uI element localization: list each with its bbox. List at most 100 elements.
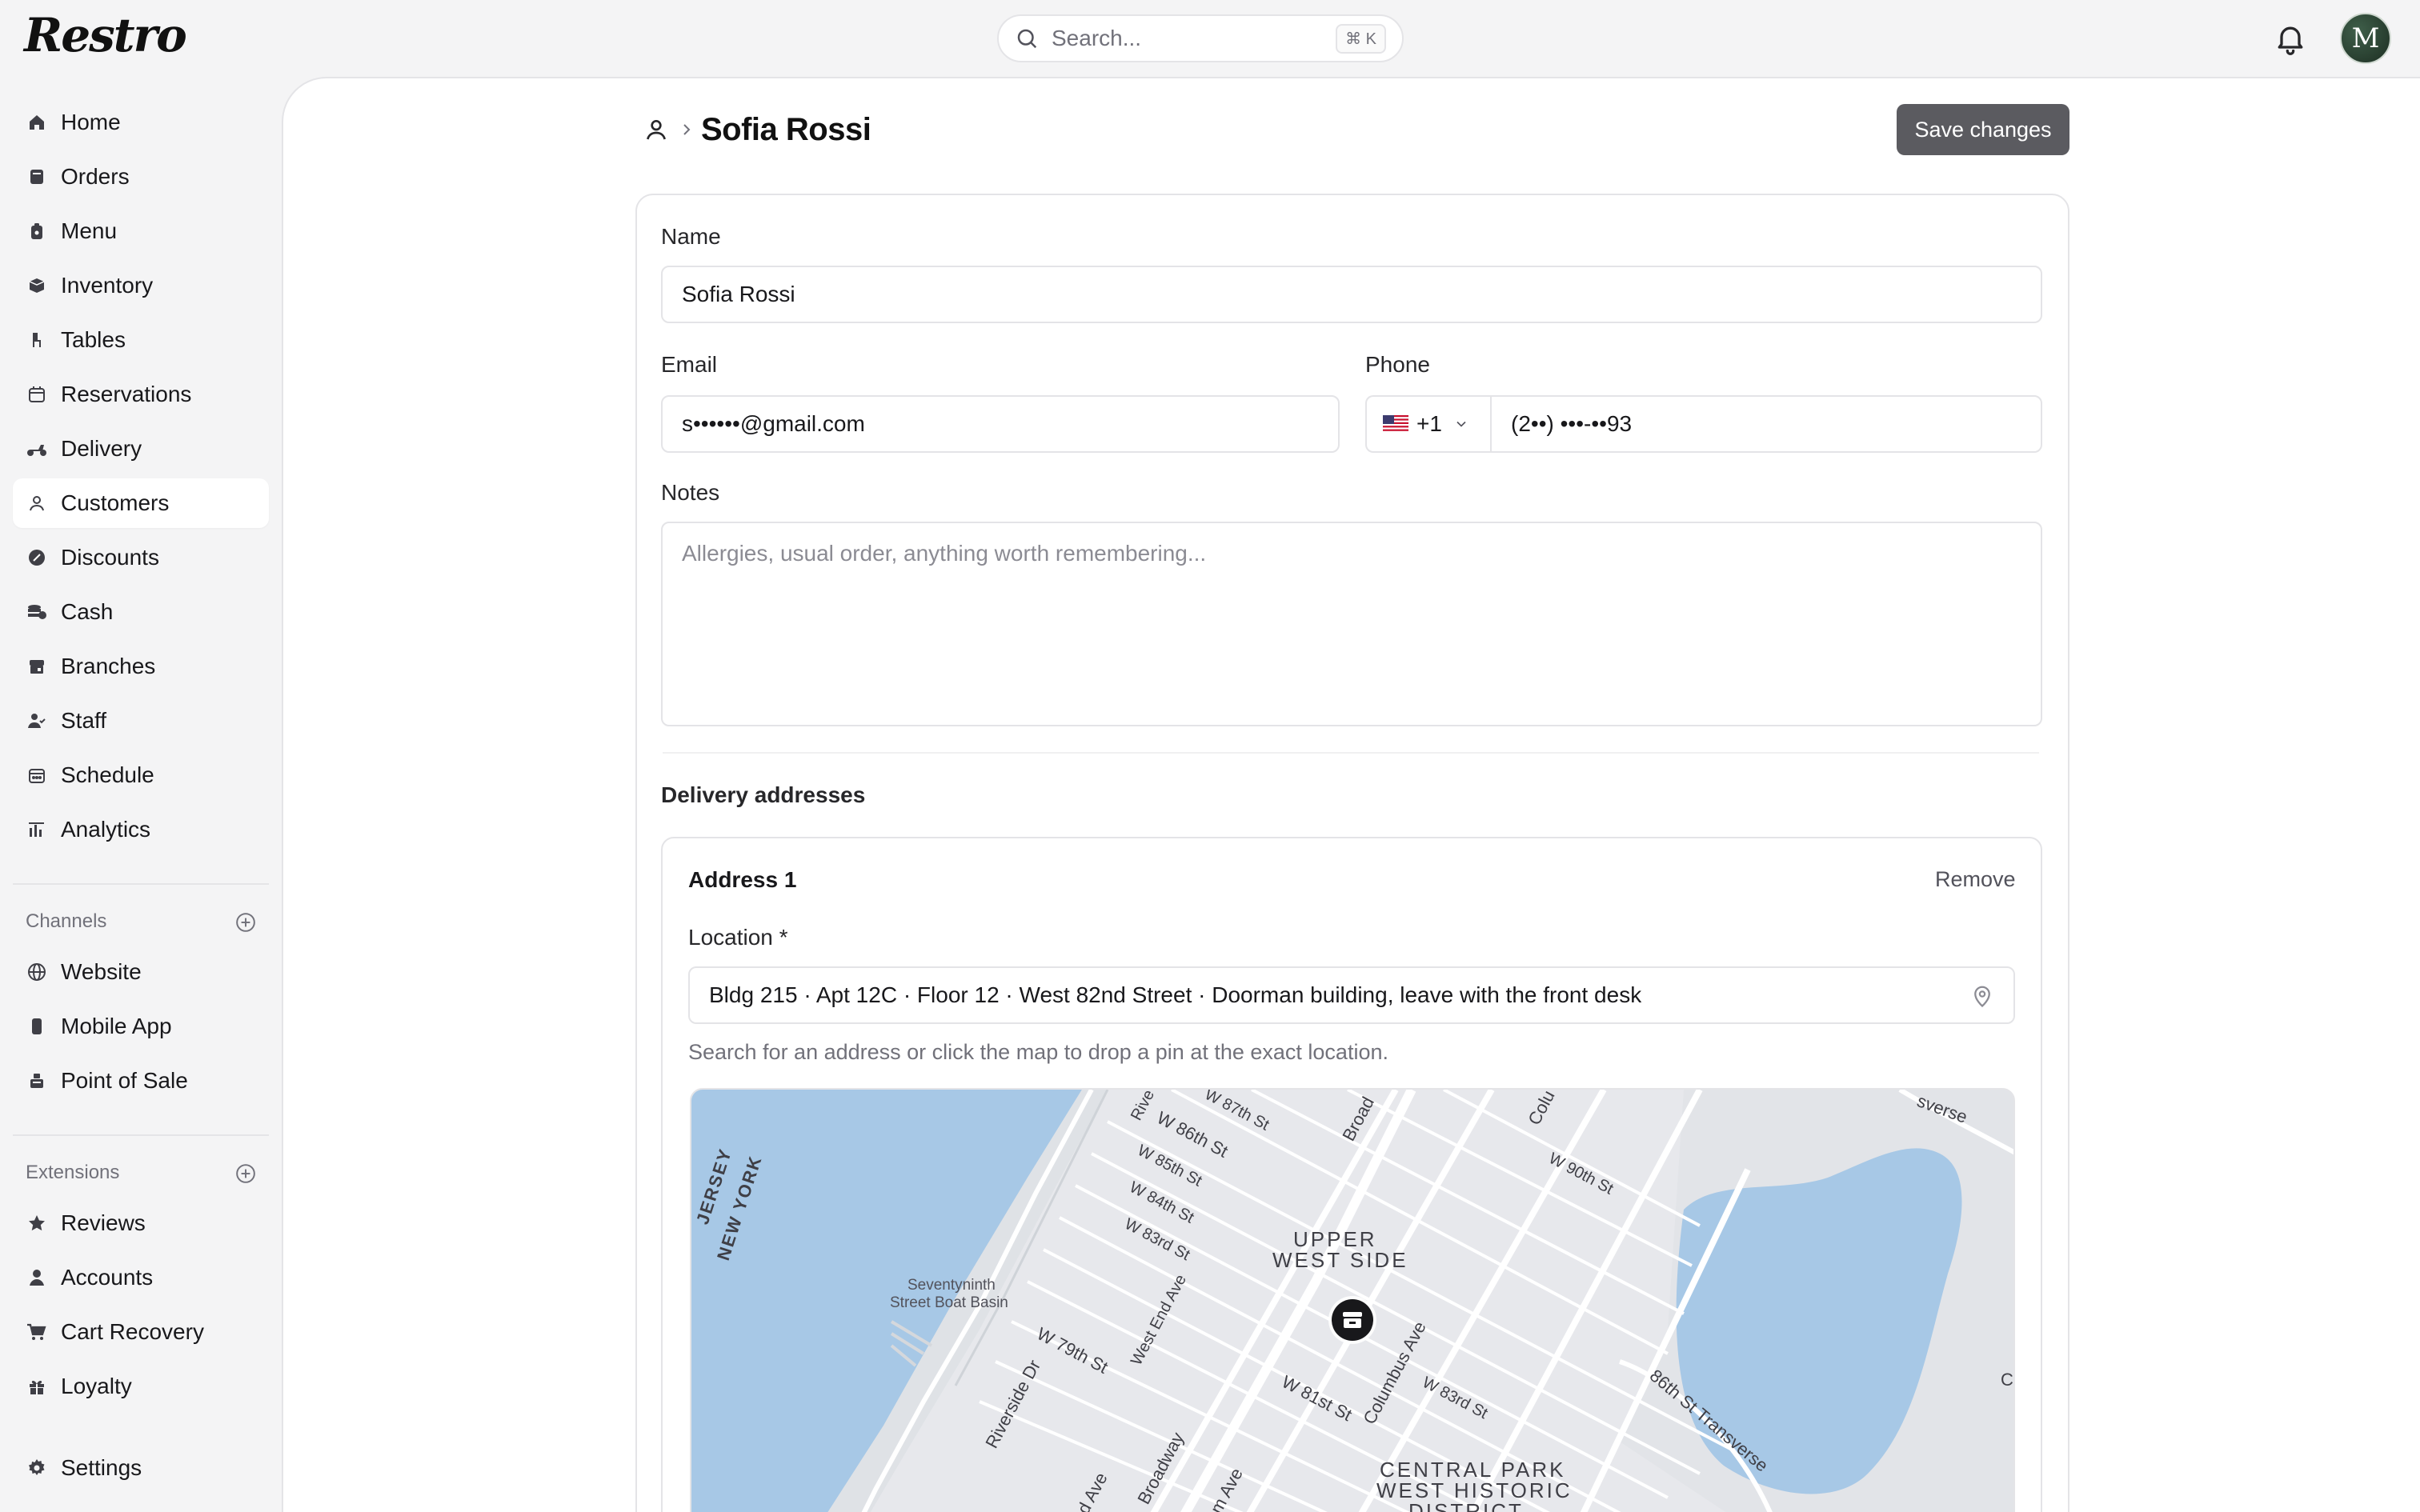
location-label: Location * bbox=[688, 925, 788, 950]
sidebar-item-label: Discounts bbox=[61, 545, 159, 570]
add-channel-icon[interactable] bbox=[235, 912, 256, 933]
name-label: Name bbox=[661, 224, 721, 249]
country-code-select[interactable]: +1 bbox=[1365, 395, 1490, 453]
sidebar-item-home[interactable]: Home bbox=[13, 98, 269, 147]
sidebar-item-delivery[interactable]: Delivery bbox=[13, 424, 269, 474]
sidebar-item-label: Schedule bbox=[61, 762, 154, 787]
sidebar-item-label: Settings bbox=[61, 1455, 142, 1480]
map-pin-icon[interactable] bbox=[1970, 984, 1994, 1008]
cart-icon bbox=[26, 1321, 48, 1343]
gift-icon bbox=[26, 1375, 48, 1398]
sidebar-item-orders[interactable]: Orders bbox=[13, 152, 269, 202]
country-code-value: +1 bbox=[1416, 411, 1442, 436]
schedule-icon bbox=[26, 764, 48, 786]
orders-icon bbox=[26, 166, 48, 188]
name-field[interactable]: Sofia Rossi bbox=[661, 266, 2042, 323]
sidebar-item-customers[interactable]: Customers bbox=[13, 478, 269, 528]
phone-label: Phone bbox=[1365, 352, 1430, 377]
sidebar-item-label: Reviews bbox=[61, 1210, 146, 1235]
bell-icon[interactable] bbox=[2273, 21, 2308, 56]
phone-field[interactable]: (2••) •••-••93 bbox=[1490, 395, 2042, 453]
cash-icon bbox=[26, 601, 48, 623]
sidebar-item-label: Cash bbox=[61, 599, 114, 624]
sidebar-item-label: Loyalty bbox=[61, 1374, 132, 1398]
sidebar-divider bbox=[13, 1134, 269, 1136]
map-label-boat-basin-1: Seventyninth bbox=[908, 1277, 996, 1294]
delivery-addresses-heading: Delivery addresses bbox=[661, 782, 866, 807]
sidebar-item-cash[interactable]: Cash bbox=[13, 587, 269, 637]
user-avatar[interactable]: M bbox=[2340, 13, 2391, 64]
map-label-uws-2: WEST SIDE bbox=[1272, 1248, 1408, 1272]
inventory-icon bbox=[26, 274, 48, 297]
location-map[interactable]: JERSEY NEW YORK Seventyninth Street Boat… bbox=[690, 1088, 2015, 1512]
sidebar-item-settings[interactable]: Settings bbox=[13, 1443, 269, 1493]
sidebar: Home Orders Menu Inventory Tables Reserv… bbox=[0, 77, 282, 1512]
search-icon bbox=[1017, 29, 1037, 49]
sidebar-item-label: Staff bbox=[61, 708, 107, 733]
location-field[interactable]: Bldg 215 · Apt 12C · Floor 12 · West 82n… bbox=[688, 966, 2015, 1024]
sidebar-item-reviews[interactable]: Reviews bbox=[13, 1198, 269, 1248]
sidebar-item-label: Home bbox=[61, 110, 121, 134]
us-flag-icon bbox=[1383, 415, 1408, 433]
chevron-right-icon bbox=[683, 124, 691, 135]
location-help-text: Search for an address or click the map t… bbox=[688, 1040, 1388, 1064]
location-marker[interactable] bbox=[1328, 1296, 1376, 1344]
staff-icon bbox=[26, 710, 48, 732]
sidebar-item-loyalty[interactable]: Loyalty bbox=[13, 1362, 269, 1411]
sidebar-item-point-of-sale[interactable]: Point of Sale bbox=[13, 1056, 269, 1106]
sidebar-item-analytics[interactable]: Analytics bbox=[13, 805, 269, 854]
add-extension-icon[interactable] bbox=[235, 1163, 256, 1184]
sidebar-item-mobile-app[interactable]: Mobile App bbox=[13, 1002, 269, 1051]
sidebar-item-label: Point of Sale bbox=[61, 1068, 188, 1093]
sidebar-item-website[interactable]: Website bbox=[13, 947, 269, 997]
pos-icon bbox=[26, 1070, 48, 1092]
email-field[interactable]: s••••••@gmail.com bbox=[661, 395, 1340, 453]
sidebar-item-reservations[interactable]: Reservations bbox=[13, 370, 269, 419]
section-divider bbox=[663, 752, 2039, 754]
sidebar-item-label: Website bbox=[61, 959, 142, 984]
sidebar-item-inventory[interactable]: Inventory bbox=[13, 261, 269, 310]
sidebar-item-label: Branches bbox=[61, 654, 156, 678]
map-label-c-right: C bbox=[2001, 1370, 2013, 1390]
save-button[interactable]: Save changes bbox=[1897, 104, 2069, 155]
sidebar-item-staff[interactable]: Staff bbox=[13, 696, 269, 746]
address-title: Address 1 bbox=[688, 867, 797, 892]
menu-icon bbox=[26, 220, 48, 242]
top-bar: Restro Search... ⌘ K M bbox=[0, 0, 2420, 77]
global-search[interactable]: Search... ⌘ K bbox=[997, 14, 1404, 62]
remove-address-link[interactable]: Remove bbox=[1935, 867, 2016, 892]
store-icon bbox=[26, 655, 48, 678]
sidebar-item-label: Delivery bbox=[61, 436, 142, 461]
calendar-icon bbox=[26, 383, 48, 406]
sidebar-item-tables[interactable]: Tables bbox=[13, 315, 269, 365]
breadcrumb-customers-icon[interactable] bbox=[643, 117, 669, 142]
map-label-boat-basin-2: Street Boat Basin bbox=[890, 1294, 1008, 1311]
sidebar-item-discounts[interactable]: Discounts bbox=[13, 533, 269, 582]
search-shortcut: ⌘ K bbox=[1336, 23, 1386, 54]
sidebar-item-schedule[interactable]: Schedule bbox=[13, 750, 269, 800]
notes-field[interactable]: Allergies, usual order, anything worth r… bbox=[661, 522, 2042, 726]
phone-icon bbox=[26, 1015, 48, 1038]
sidebar-item-label: Orders bbox=[61, 164, 130, 189]
notes-label: Notes bbox=[661, 480, 720, 505]
sidebar-item-label: Mobile App bbox=[61, 1014, 172, 1038]
sidebar-item-label: Tables bbox=[61, 327, 126, 352]
sidebar-item-label: Reservations bbox=[61, 382, 192, 406]
sidebar-item-accounts[interactable]: Accounts bbox=[13, 1253, 269, 1302]
sidebar-item-label: Analytics bbox=[61, 817, 151, 842]
account-icon bbox=[26, 1266, 48, 1289]
channels-section-label: Channels bbox=[26, 910, 107, 932]
sidebar-item-menu[interactable]: Menu bbox=[13, 206, 269, 256]
sidebar-item-label: Menu bbox=[61, 218, 118, 243]
user-icon bbox=[26, 492, 48, 514]
globe-icon bbox=[26, 961, 48, 983]
sidebar-item-label: Customers bbox=[61, 490, 170, 515]
sidebar-item-branches[interactable]: Branches bbox=[13, 642, 269, 691]
sidebar-item-label: Inventory bbox=[61, 273, 154, 298]
analytics-icon bbox=[26, 818, 48, 841]
location-value: Bldg 215 · Apt 12C · Floor 12 · West 82n… bbox=[709, 982, 1642, 1007]
app-logo[interactable]: Restro bbox=[24, 8, 187, 64]
sidebar-item-cart-recovery[interactable]: Cart Recovery bbox=[13, 1307, 269, 1357]
gear-icon bbox=[26, 1457, 48, 1479]
sidebar-item-label: Cart Recovery bbox=[61, 1319, 204, 1344]
